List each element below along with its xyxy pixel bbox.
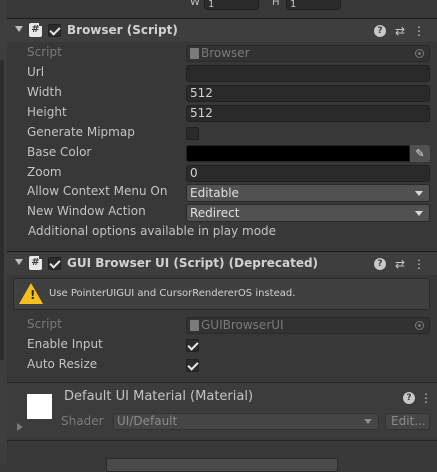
add-component-button[interactable] [106,458,338,472]
chevron-down-icon [415,211,423,216]
context-menu-icon[interactable]: ⋮ [412,257,426,271]
chevron-down-icon [364,419,372,424]
component-title: GUI Browser UI (Script) (Deprecated) [67,256,319,270]
warning-icon-mark: ! [30,288,36,302]
base-color-label: Base Color [27,145,92,159]
context-menu-value: Editable [190,186,239,200]
fold-arrow-icon[interactable] [15,26,23,32]
component-title: Browser (Script) [67,23,178,37]
presets-icon[interactable]: ⇄ [393,257,407,271]
deprecation-warning-box: ! Use PointerUIGUI and CursorRendererOS … [13,278,430,310]
script-field: Browser [186,45,430,62]
shader-value: UI/Default [117,414,178,428]
gui-browser-component-header[interactable]: # GUI Browser UI (Script) (Deprecated) ?… [7,251,437,275]
material-fold-arrow-icon[interactable] [17,423,23,431]
material-preview [27,394,52,419]
help-icon[interactable]: ? [374,258,386,270]
zoom-field[interactable]: 0 [186,165,430,182]
auto-resize-checkbox[interactable] [186,359,199,372]
component-enabled-checkbox[interactable] [48,257,61,270]
generate-mipmap-label: Generate Mipmap [27,125,135,139]
object-picker-icon[interactable] [415,321,424,330]
height-label: Height [27,105,67,119]
checkmark-icon [187,359,199,371]
generate-mipmap-checkbox[interactable] [186,127,199,140]
enable-input-label: Enable Input [27,337,103,351]
checkmark-icon [187,339,199,351]
gui-script-field-value: GUIBrowserUI [201,318,284,332]
context-menu-dropdown[interactable]: Editable [186,184,430,202]
object-picker-icon[interactable] [415,49,424,58]
new-window-label: New Window Action [27,204,146,218]
top-strip: W 1 H 1 [7,0,437,16]
help-icon[interactable]: ? [403,392,415,404]
help-icon[interactable]: ? [374,25,386,37]
context-menu-label: Allow Context Menu On [27,184,168,198]
h-label: H [272,0,280,8]
height-field[interactable]: 512 [186,105,430,122]
h-field[interactable]: 1 [286,0,341,10]
zoom-label: Zoom [27,165,62,179]
info-text: Additional options available in play mod… [28,224,277,238]
w-label: W [190,0,200,8]
script-icon: # [29,22,43,37]
new-window-value: Redirect [190,206,240,220]
browser-component-header[interactable]: # Browser (Script) ? ⇄ ⋮ [7,18,437,42]
shader-label: Shader [61,414,104,428]
presets-icon[interactable]: ⇄ [393,24,407,38]
edit-shader-button[interactable]: Edit... [385,413,430,430]
context-menu-icon[interactable]: ⋮ [419,391,433,405]
fold-arrow-icon[interactable] [15,259,23,265]
gui-script-field: GUIBrowserUI [186,317,430,334]
script-icon: # [29,255,43,270]
eyedropper-icon[interactable]: ✎ [410,145,430,162]
script-asset-icon [190,48,199,59]
warning-text: Use PointerUIGUI and CursorRendererOS in… [49,288,296,299]
enable-input-checkbox[interactable] [186,339,199,352]
chevron-down-icon [415,191,423,196]
script-asset-icon [190,320,199,331]
gui-script-label: Script [27,317,62,331]
shader-dropdown[interactable]: UI/Default [113,413,379,430]
material-section: Default UI Material (Material) ? ⋮ Shade… [7,383,437,438]
context-menu-icon[interactable]: ⋮ [412,24,426,38]
auto-resize-label: Auto Resize [27,357,98,371]
script-label: Script [27,45,62,59]
base-color-field[interactable] [186,145,410,162]
width-field[interactable]: 512 [186,85,430,102]
material-title: Default UI Material (Material) [64,389,254,404]
url-label: Url [27,65,45,79]
width-label: Width [27,85,62,99]
left-edge-shadow [0,60,4,360]
url-field[interactable] [186,65,430,82]
w-field[interactable]: 1 [204,0,259,10]
component-enabled-checkbox[interactable] [48,24,61,37]
script-field-value: Browser [201,46,250,60]
section-divider [7,440,437,441]
new-window-dropdown[interactable]: Redirect [186,204,430,222]
